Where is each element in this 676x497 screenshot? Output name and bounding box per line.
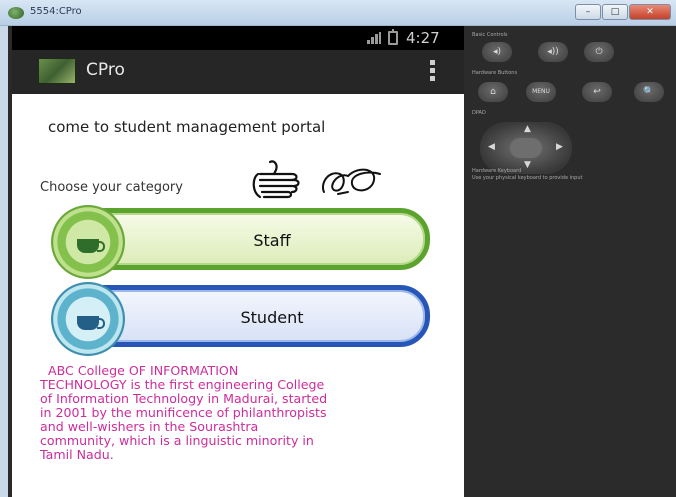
- emulator-controls: Basic Controls ◂) ◂)) ⏻ Hardware Buttons…: [464, 26, 676, 497]
- maximize-button[interactable]: □: [602, 4, 628, 20]
- description-line: community, which is a linguistic minorit…: [40, 433, 314, 448]
- staff-button[interactable]: Staff: [51, 205, 430, 279]
- description-line: in 2001 by the munificence of philanthro…: [40, 405, 327, 420]
- cup-icon: [77, 316, 105, 330]
- status-bar: 4:27: [12, 26, 464, 50]
- power-button[interactable]: ⏻: [584, 42, 614, 62]
- app-window-icon: [8, 7, 24, 19]
- app-logo-icon: [38, 58, 76, 84]
- dpad-up-icon[interactable]: ▲: [524, 124, 531, 134]
- back-button[interactable]: ↩: [582, 82, 612, 102]
- hardware-buttons-label: Hardware Buttons: [472, 70, 518, 76]
- minimize-button[interactable]: –: [575, 4, 601, 20]
- description-line: TECHNOLOGY is the first engineering Coll…: [40, 377, 325, 392]
- window-titlebar: 5554:CPro – □ ✕: [0, 0, 676, 26]
- menu-button[interactable]: MENU: [526, 82, 556, 102]
- home-button[interactable]: ⌂: [478, 82, 508, 102]
- keyboard-hint: Use your physical keyboard to provide in…: [472, 175, 583, 181]
- student-button[interactable]: Student: [51, 282, 430, 356]
- description-line: ABC College OF INFORMATION: [48, 363, 239, 378]
- welcome-text: come to student management portal: [48, 118, 326, 136]
- cup-icon: [77, 239, 105, 253]
- dpad-left-icon[interactable]: ◀: [488, 142, 495, 152]
- action-bar: CPro: [12, 50, 464, 94]
- staff-badge: [51, 205, 125, 279]
- overflow-menu-icon[interactable]: [430, 60, 436, 84]
- dpad-down-icon[interactable]: ▼: [524, 160, 531, 170]
- basic-controls-label: Basic Controls: [472, 32, 508, 38]
- phone-screen: 4:27 CPro come to student management por…: [12, 26, 464, 497]
- description-line: Tamil Nadu.: [40, 447, 114, 462]
- volume-up-button[interactable]: ◂)): [538, 42, 568, 62]
- app-title: CPro: [86, 60, 125, 80]
- search-button[interactable]: 🔍: [634, 82, 664, 102]
- status-time: 4:27: [406, 29, 440, 47]
- description-line: of Information Technology in Madurai, st…: [40, 391, 328, 406]
- dpad-label: DPAD: [472, 110, 486, 116]
- college-description: ABC College OF INFORMATION TECHNOLOGY is…: [40, 364, 454, 462]
- student-label: Student: [240, 308, 304, 327]
- description-line: and well-wishers in the Sourashtra: [40, 419, 259, 434]
- category-prompt: Choose your category: [40, 180, 183, 195]
- close-button[interactable]: ✕: [629, 4, 671, 20]
- signature-icon: [322, 168, 381, 195]
- volume-down-button[interactable]: ◂): [482, 42, 512, 62]
- student-badge: [51, 282, 125, 356]
- battery-icon: [388, 29, 398, 45]
- window-title: 5554:CPro: [30, 6, 82, 17]
- staff-label: Staff: [253, 231, 291, 250]
- dpad[interactable]: ▲ ◀ ▶ ▼: [480, 122, 572, 174]
- thumbs-up-icon: [252, 160, 300, 199]
- signal-icon: [367, 32, 381, 44]
- dpad-center-button[interactable]: [510, 138, 542, 158]
- dpad-right-icon[interactable]: ▶: [556, 142, 563, 152]
- keyboard-label: Hardware Keyboard: [472, 168, 522, 174]
